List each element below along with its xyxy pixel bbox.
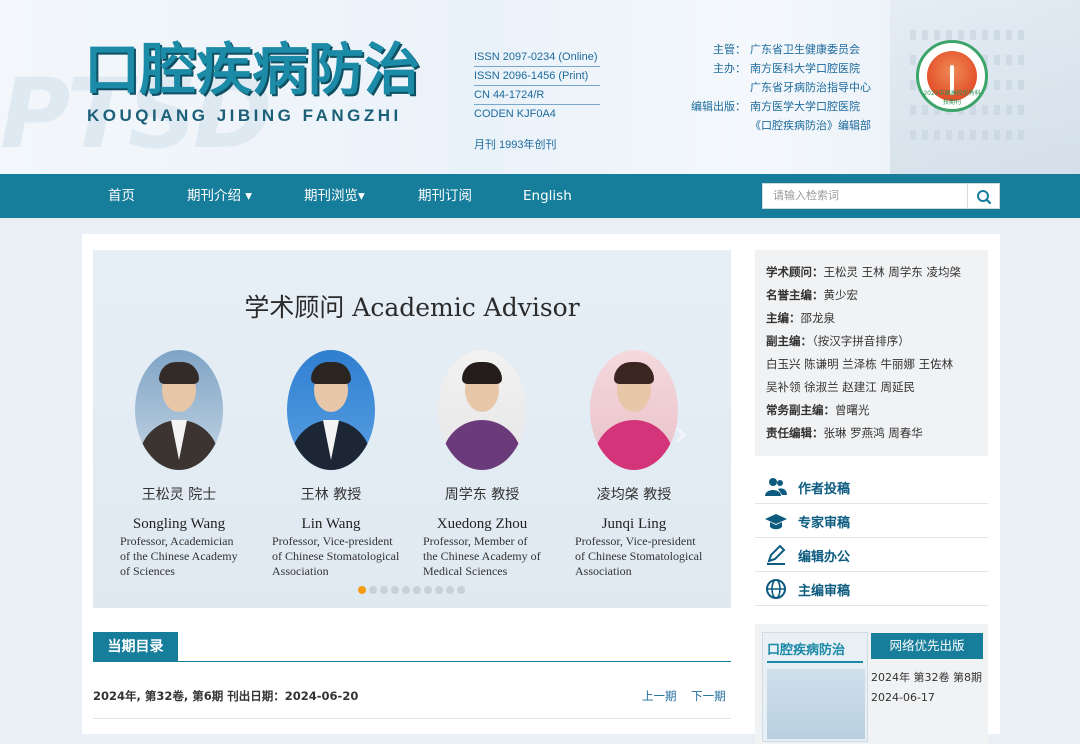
action-label: 专家审稿 [798, 516, 851, 531]
advisor-card: 凌均棨 教授 Junqi Ling Professor, Vice-presid… [559, 350, 709, 579]
advisor-desc: Professor, Academician of the Chinese Aca… [120, 534, 238, 578]
slider-dot[interactable] [380, 586, 388, 594]
cn-number: CN 44-1724/R [474, 86, 600, 105]
search-input[interactable]: 请输入检索词 [762, 183, 968, 209]
advisor-name-en: Xuedong Zhou [436, 516, 528, 532]
award-badge: 2022中国高校优秀科技期刊 [916, 40, 988, 112]
slider-dot[interactable] [413, 586, 421, 594]
divider [93, 718, 731, 719]
sponsor-value: 南方医科大学口腔医院 [750, 62, 860, 75]
divider [93, 661, 731, 662]
editor-row: 责任编辑：张琳 罗燕鸿 周春华 [766, 426, 923, 440]
sponsor-value: 广东省卫生健康委员会 [750, 43, 860, 56]
cover-title: 口腔疾病防治 [767, 643, 846, 658]
search-button[interactable] [967, 183, 1000, 209]
action-label: 编辑办公 [798, 550, 851, 565]
editor-row: 主编：邵龙泉 [766, 311, 835, 325]
sponsor-value: 南方医学大学口腔医院 [750, 100, 860, 113]
journal-cover[interactable]: 口腔疾病防治 [762, 632, 868, 742]
advisor-card: 周学东 教授 Xuedong Zhou Professor, Member of… [407, 350, 557, 579]
sponsor-label: 主管： [713, 43, 746, 56]
editor-row: 常务副主编：曾曙光 [766, 403, 870, 417]
editor-row: 吴补领 徐淑兰 赵建江 周延民 [766, 380, 915, 394]
editor-row: 白玉兴 陈谦明 兰泽栋 牛丽娜 王佐林 [766, 357, 954, 371]
advisor-name-en: Junqi Ling [601, 516, 667, 532]
frequency: 月刊 1993年创刊 [474, 139, 557, 151]
advisor-name-cn: 凌均棨 教授 [596, 487, 672, 503]
author-submit-link[interactable]: 作者投稿 [755, 470, 988, 504]
advisor-name-cn: 王松灵 院士 [141, 487, 217, 503]
sponsor-label [690, 78, 746, 97]
current-issue-info: 2024年, 第32卷, 第6期 刊出日期：2024-06-20 [93, 689, 359, 703]
chief-editor-review-link[interactable]: 主编审稿 [755, 572, 988, 606]
issn-print: ISSN 2096-1456 (Print) [474, 67, 600, 86]
advisor-photo [287, 350, 375, 470]
advisor-card: 王林 教授 Lin Wang Professor, Vice-president… [256, 350, 406, 579]
search-icon [977, 190, 992, 205]
editor-office-link[interactable]: 编辑办公 [755, 538, 988, 572]
journal-title-en: KOUQIANG JIBING FANGZHI [87, 106, 402, 125]
coden: CODEN KJF0A4 [474, 108, 556, 120]
online-first-issue: 2024年 第32卷 第8期 [871, 671, 982, 684]
nav-english[interactable]: English [523, 174, 572, 218]
slider-dot[interactable] [446, 586, 454, 594]
globe-icon [766, 579, 786, 599]
slider-dot[interactable] [358, 586, 366, 594]
nav-journal-intro[interactable]: 期刊介绍 ▾ [187, 174, 252, 218]
advisor-desc: Professor, Vice-president of Chinese Stom… [575, 534, 703, 578]
slider-dot[interactable] [435, 586, 443, 594]
sponsor-value: 广东省牙病防治指导中心 [750, 81, 871, 94]
advisor-name-cn: 周学东 教授 [444, 487, 520, 503]
sponsor-value: 《口腔疾病防治》编辑部 [750, 119, 871, 132]
issue-nav: 上一期 下一期 [642, 688, 737, 704]
issn-info: ISSN 2097-0234 (Online) ISSN 2096-1456 (… [474, 48, 600, 154]
users-icon [765, 478, 787, 496]
slider-dot[interactable] [391, 586, 399, 594]
editor-row: 名誉主编：黄少宏 [766, 288, 858, 302]
sponsor-label: 主办： [713, 62, 746, 75]
editor-row: 副主编：（按汉字拼音排序） [766, 334, 910, 348]
issn-online: ISSN 2097-0234 (Online) [474, 48, 600, 67]
slider-dot[interactable] [369, 586, 377, 594]
online-first-info: 2024年 第32卷 第8期 2024-06-17 [871, 668, 982, 708]
nav-journal-browse[interactable]: 期刊浏览▾ [304, 174, 365, 218]
graduation-cap-icon [765, 514, 787, 530]
action-label: 主编审稿 [798, 584, 851, 599]
expert-review-link[interactable]: 专家审稿 [755, 504, 988, 538]
advisor-name-en: Lin Wang [301, 516, 361, 532]
online-first-panel: 口腔疾病防治 网络优先出版 2024年 第32卷 第8期 2024-06-17 [755, 624, 988, 744]
journal-title-cn[interactable]: 口腔疾病防治 [84, 40, 420, 102]
slider-dot[interactable] [457, 586, 465, 594]
advisor-desc: Professor, Vice-president of Chinese Stom… [272, 534, 400, 578]
sponsor-info: 主管： 广东省卫生健康委员会 主办： 南方医科大学口腔医院 广东省牙病防治指导中心 … [690, 40, 871, 135]
advisor-card: 王松灵 院士 Songling Wang Professor, Academic… [104, 350, 254, 579]
nav-home[interactable]: 首页 [108, 174, 135, 218]
online-first-date: 2024-06-17 [871, 691, 935, 704]
next-issue-link[interactable]: 下一期 [691, 689, 726, 703]
slider-dot[interactable] [424, 586, 432, 594]
action-label: 作者投稿 [798, 482, 851, 497]
online-first-button[interactable]: 网络优先出版 [871, 633, 983, 659]
prev-issue-link[interactable]: 上一期 [642, 689, 677, 703]
advisor-slider[interactable]: 学术顾问 Academic Advisor 王松灵 院士 Songling Wa… [93, 250, 731, 608]
editor-row: 学术顾问：王松灵 王林 周学东 凌均棨 [766, 265, 961, 279]
advisor-desc: Professor, Member of the Chinese Academy … [423, 534, 541, 578]
advisor-name-en: Songling Wang [132, 516, 226, 532]
slider-dot[interactable] [402, 586, 410, 594]
site-header: PTSD 口腔疾病防治 KOUQIANG JIBING FANGZHI ISSN… [0, 0, 1080, 174]
tab-current-issue[interactable]: 当期目录 [93, 632, 178, 662]
advisor-photo [438, 350, 526, 470]
sponsor-label: 编辑出版： [691, 100, 746, 113]
pencil-icon [767, 544, 786, 565]
advisor-name-cn: 王林 教授 [300, 487, 362, 503]
badge-text: 2022中国高校优秀科技期刊 [923, 90, 981, 106]
editorial-board: 学术顾问：王松灵 王林 周学东 凌均棨 名誉主编：黄少宏 主编：邵龙泉 副主编：… [755, 250, 988, 456]
sponsor-label [690, 116, 746, 135]
slider-title: 学术顾问 Academic Advisor [244, 293, 580, 322]
nav-subscribe[interactable]: 期刊订阅 [418, 174, 472, 218]
advisor-photo [590, 350, 678, 470]
slider-dots [358, 586, 465, 594]
advisor-photo [135, 350, 223, 470]
